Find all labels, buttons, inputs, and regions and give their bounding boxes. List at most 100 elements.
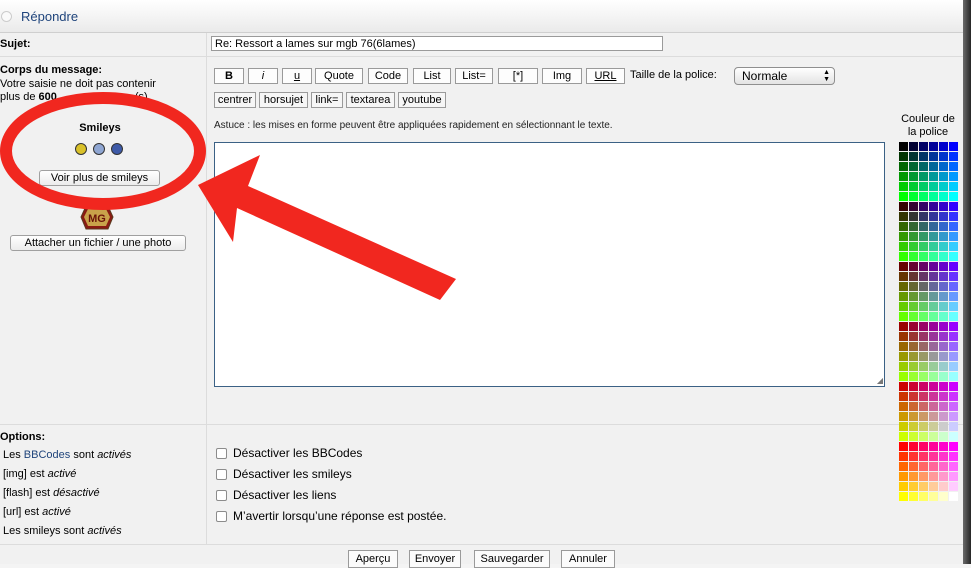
color-swatch[interactable]: [909, 442, 918, 451]
color-swatch[interactable]: [949, 182, 958, 191]
color-swatch[interactable]: [919, 182, 928, 191]
color-swatch[interactable]: [909, 422, 918, 431]
color-swatch[interactable]: [949, 242, 958, 251]
color-swatch[interactable]: [929, 452, 938, 461]
color-swatch[interactable]: [909, 292, 918, 301]
quote-button[interactable]: Quote: [315, 68, 363, 84]
checkbox[interactable]: [216, 448, 227, 460]
horsujet-button[interactable]: horsujet: [259, 92, 308, 108]
color-swatch[interactable]: [939, 292, 948, 301]
color-swatch[interactable]: [949, 362, 958, 371]
color-swatch[interactable]: [949, 382, 958, 391]
color-swatch[interactable]: [919, 442, 928, 451]
color-swatch[interactable]: [919, 432, 928, 441]
color-swatch[interactable]: [939, 382, 948, 391]
color-swatch[interactable]: [909, 362, 918, 371]
color-swatch[interactable]: [909, 242, 918, 251]
color-swatch[interactable]: [929, 402, 938, 411]
color-swatch[interactable]: [949, 252, 958, 261]
checkbox[interactable]: [216, 490, 227, 502]
subject-input[interactable]: Re: Ressort a lames sur mgb 76(6lames): [211, 36, 663, 51]
color-swatch[interactable]: [899, 292, 908, 301]
color-swatch[interactable]: [899, 442, 908, 451]
color-swatch[interactable]: [939, 282, 948, 291]
color-swatch[interactable]: [949, 232, 958, 241]
color-swatch[interactable]: [949, 372, 958, 381]
color-swatch[interactable]: [949, 452, 958, 461]
color-swatch[interactable]: [949, 212, 958, 221]
color-swatch[interactable]: [919, 412, 928, 421]
color-swatch[interactable]: [899, 202, 908, 211]
color-swatch[interactable]: [899, 482, 908, 491]
color-swatch[interactable]: [939, 242, 948, 251]
color-swatch[interactable]: [909, 322, 918, 331]
color-swatch[interactable]: [939, 462, 948, 471]
color-swatch[interactable]: [929, 342, 938, 351]
color-swatch[interactable]: [899, 402, 908, 411]
color-swatch[interactable]: [919, 392, 928, 401]
color-swatch[interactable]: [939, 272, 948, 281]
color-swatch[interactable]: [949, 172, 958, 181]
color-swatch[interactable]: [939, 432, 948, 441]
color-swatch[interactable]: [949, 162, 958, 171]
disable-smileys-option[interactable]: Désactiver les smileys: [216, 467, 352, 481]
color-swatch[interactable]: [929, 172, 938, 181]
color-swatch[interactable]: [949, 312, 958, 321]
color-swatch[interactable]: [949, 292, 958, 301]
color-swatch[interactable]: [899, 412, 908, 421]
color-swatch[interactable]: [919, 192, 928, 201]
color-swatch[interactable]: [899, 232, 908, 241]
underline-button[interactable]: u: [282, 68, 312, 84]
color-swatch[interactable]: [919, 152, 928, 161]
color-swatch[interactable]: [929, 442, 938, 451]
color-swatch[interactable]: [949, 282, 958, 291]
color-swatch[interactable]: [899, 492, 908, 501]
list-ordered-button[interactable]: List=: [455, 68, 493, 84]
list-button[interactable]: List: [413, 68, 451, 84]
color-swatch[interactable]: [929, 232, 938, 241]
color-swatch[interactable]: [899, 452, 908, 461]
color-swatch[interactable]: [929, 292, 938, 301]
color-swatch[interactable]: [909, 382, 918, 391]
checkbox[interactable]: [216, 511, 227, 523]
color-swatch[interactable]: [899, 422, 908, 431]
color-swatch[interactable]: [899, 472, 908, 481]
color-swatch[interactable]: [929, 202, 938, 211]
collapse-toggle-icon[interactable]: [1, 11, 12, 22]
color-swatch[interactable]: [929, 252, 938, 261]
color-swatch[interactable]: [909, 482, 918, 491]
color-swatch[interactable]: [929, 282, 938, 291]
img-button[interactable]: Img: [542, 68, 582, 84]
color-swatch[interactable]: [919, 242, 928, 251]
color-swatch[interactable]: [939, 482, 948, 491]
color-swatch[interactable]: [909, 302, 918, 311]
color-swatch[interactable]: [899, 222, 908, 231]
color-swatch[interactable]: [939, 172, 948, 181]
color-swatch[interactable]: [919, 492, 928, 501]
color-swatch[interactable]: [929, 162, 938, 171]
bbcode-link[interactable]: BBCodes: [24, 449, 70, 461]
color-swatch[interactable]: [919, 302, 928, 311]
color-swatch[interactable]: [939, 262, 948, 271]
color-swatch[interactable]: [919, 202, 928, 211]
color-swatch[interactable]: [919, 292, 928, 301]
color-swatch[interactable]: [949, 492, 958, 501]
center-button[interactable]: centrer: [214, 92, 256, 108]
color-swatch[interactable]: [919, 452, 928, 461]
color-swatch[interactable]: [949, 402, 958, 411]
more-smileys-button[interactable]: Voir plus de smileys: [39, 170, 160, 186]
color-swatch[interactable]: [939, 322, 948, 331]
color-swatch[interactable]: [919, 312, 928, 321]
color-swatch[interactable]: [929, 382, 938, 391]
color-swatch[interactable]: [929, 482, 938, 491]
color-swatch[interactable]: [929, 332, 938, 341]
color-swatch[interactable]: [919, 262, 928, 271]
color-swatch[interactable]: [939, 232, 948, 241]
color-swatch[interactable]: [949, 432, 958, 441]
color-swatch[interactable]: [929, 392, 938, 401]
url-button[interactable]: URL: [586, 68, 625, 84]
color-swatch[interactable]: [949, 272, 958, 281]
color-swatch[interactable]: [899, 272, 908, 281]
color-swatch[interactable]: [899, 212, 908, 221]
color-swatch[interactable]: [929, 312, 938, 321]
